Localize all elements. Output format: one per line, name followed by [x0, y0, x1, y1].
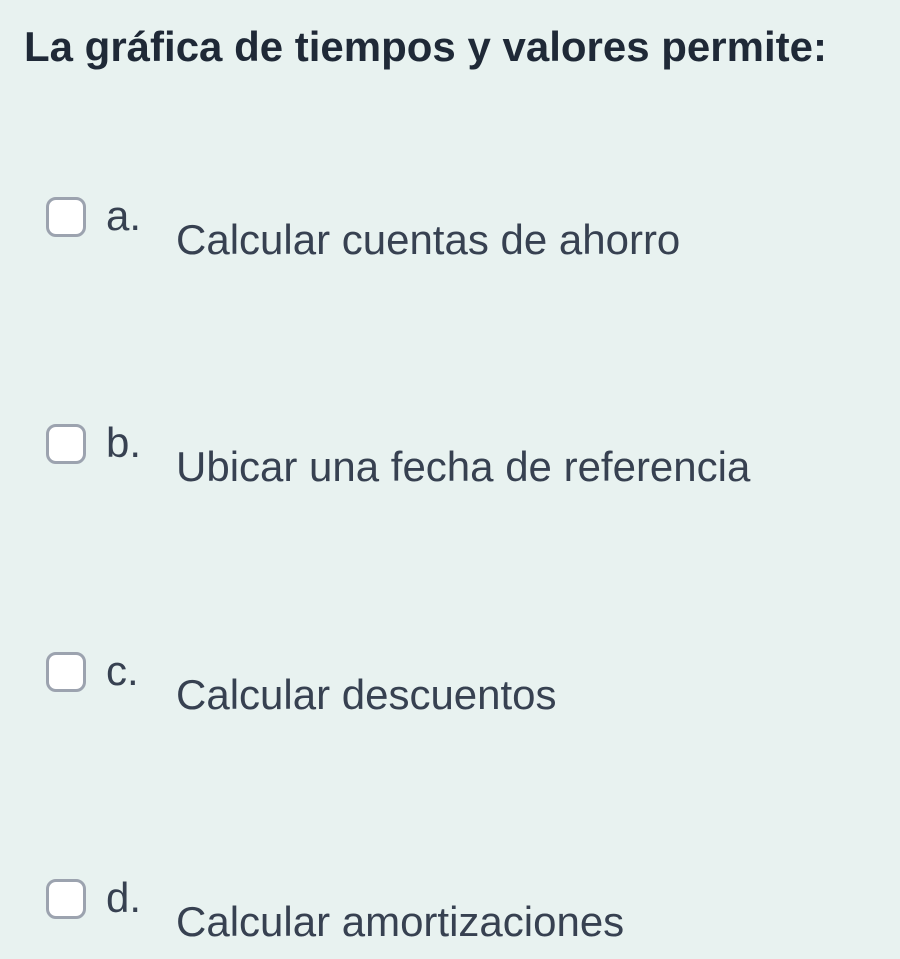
checkbox-c[interactable]: [46, 652, 86, 692]
option-a: a. Calcular cuentas de ahorro: [46, 195, 876, 268]
option-letter-c: c.: [106, 650, 156, 692]
option-d: d. Calcular amortizaciones: [46, 877, 876, 950]
question-title: La gráfica de tiempos y valores permite:: [24, 20, 876, 75]
option-b: b. Ubicar una fecha de referencia: [46, 422, 876, 495]
checkbox-b[interactable]: [46, 424, 86, 464]
option-letter-b: b.: [106, 422, 156, 464]
option-text-a: Calcular cuentas de ahorro: [176, 213, 680, 268]
option-c: c. Calcular descuentos: [46, 650, 876, 723]
checkbox-a[interactable]: [46, 197, 86, 237]
option-text-c: Calcular descuentos: [176, 668, 557, 723]
options-container: a. Calcular cuentas de ahorro b. Ubicar …: [24, 195, 876, 950]
option-letter-d: d.: [106, 877, 156, 919]
option-text-d: Calcular amortizaciones: [176, 895, 624, 950]
option-text-b: Ubicar una fecha de referencia: [176, 440, 750, 495]
checkbox-d[interactable]: [46, 879, 86, 919]
option-letter-a: a.: [106, 195, 156, 237]
